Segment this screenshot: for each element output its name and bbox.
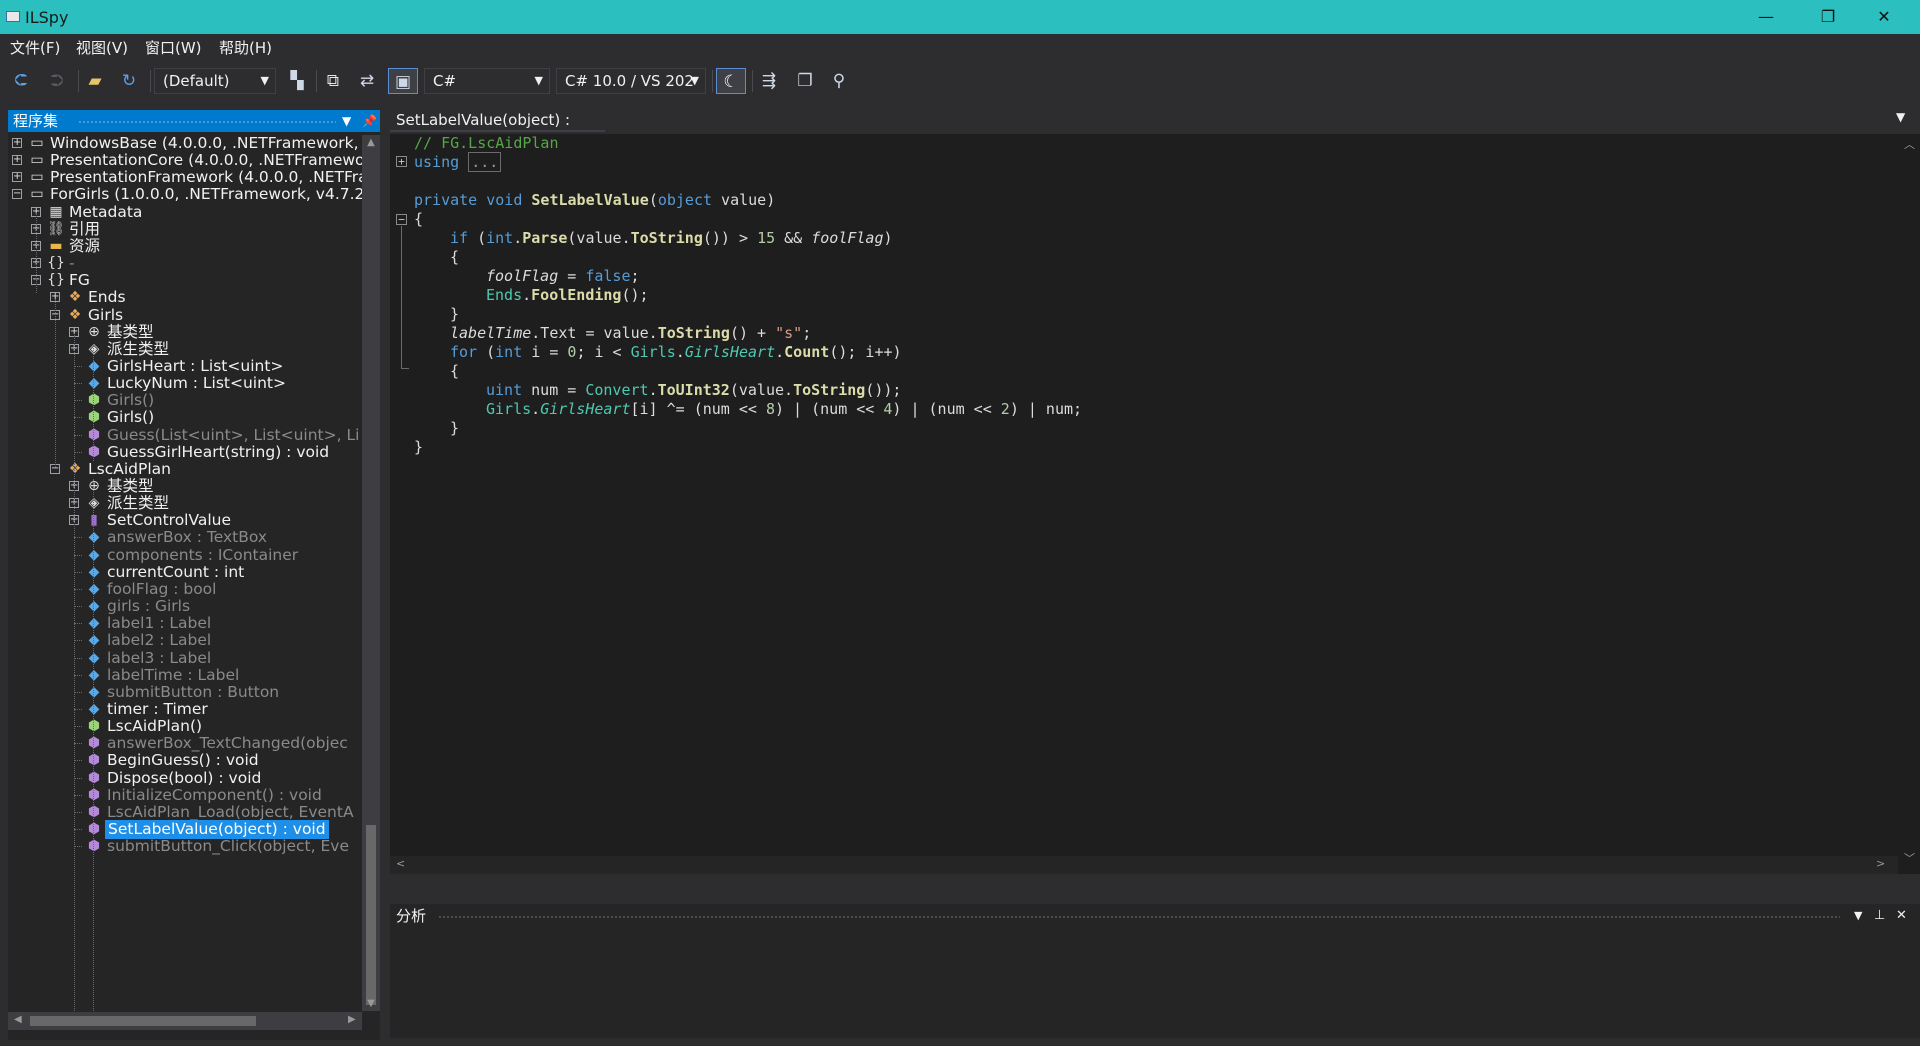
code-line: private void SetLabelValue(object value) xyxy=(414,191,776,209)
toolbar: ⮈ ⮊ ▰ ↻ (Default) ▼ ▚ ⧉ ⇄ ▣ C# ▼ C# 10.0 /… xyxy=(0,60,1920,102)
analysis-panel-title: 分析 xyxy=(396,907,427,925)
minimize-button[interactable]: — xyxy=(1738,0,1794,34)
search-icon[interactable]: ⚲ xyxy=(826,68,852,94)
code-line: uint num = Convert.ToUInt32(value.ToStri… xyxy=(486,381,902,399)
assemblies-panel: 程序集 ▼ 📌 + ▭ WindowsBase (4.0.0.0, .NETFram… xyxy=(8,110,380,1040)
scroll-right-icon[interactable]: > xyxy=(1876,857,1885,870)
window-title: ILSpy xyxy=(25,8,69,27)
chevron-down-icon: ▼ xyxy=(690,74,699,87)
code-line: { xyxy=(450,362,460,380)
language-version-dropdown[interactable]: C# 10.0 / VS 202 ▼ xyxy=(556,68,706,94)
menu-window[interactable]: 窗口(W) xyxy=(145,37,202,58)
expand-icon[interactable]: + xyxy=(12,155,22,166)
code-editor[interactable]: // FG.LscAidPlan + using ... private voi… xyxy=(390,134,1920,874)
menu-view[interactable]: 视图(V) xyxy=(76,37,128,58)
code-line: if (int.Parse(value.ToString()) > 15 && … xyxy=(450,229,893,247)
open-icon[interactable]: ▰ xyxy=(82,68,108,94)
language-dropdown[interactable]: C# ▼ xyxy=(424,68,550,94)
compare-icon[interactable]: ⇄ xyxy=(354,68,380,94)
pin-icon[interactable]: 📌 xyxy=(362,110,377,132)
app-icon xyxy=(6,11,20,22)
assembly-tree[interactable]: + ▭ WindowsBase (4.0.0.0, .NETFramework, v… xyxy=(8,135,362,1011)
scroll-down-icon[interactable]: ▼ xyxy=(362,998,380,1009)
copy-icon[interactable]: ❐ xyxy=(792,68,818,94)
scroll-up-icon[interactable]: ▲ xyxy=(362,137,380,148)
scroll-left-icon[interactable]: ◀ xyxy=(14,1014,22,1025)
panel-menu-icon[interactable]: ▼ xyxy=(342,110,351,132)
expand-icon[interactable]: + xyxy=(12,172,22,183)
code-line: for (int i = 0; i < Girls.GirlsHeart.Cou… xyxy=(450,343,902,361)
code-line: Girls.GirlsHeart[i] ^= (num << 8) | (num… xyxy=(486,400,1083,418)
save-code-icon[interactable]: ⇶ xyxy=(756,68,782,94)
code-line: Ends.FoolEnding(); xyxy=(486,286,649,304)
chevron-down-icon: ▼ xyxy=(534,74,543,87)
assembly-list-dropdown[interactable]: (Default) ▼ xyxy=(154,68,276,94)
analysis-panel: 分析 ▼ ⊥ ✕ xyxy=(390,904,1920,1038)
assembly-list-value: (Default) xyxy=(163,72,230,90)
collapse-fold-icon[interactable]: − xyxy=(396,214,407,225)
code-line: { xyxy=(450,248,460,266)
scroll-thumb[interactable] xyxy=(30,1016,256,1026)
panel-menu-icon[interactable]: ▼ xyxy=(1854,904,1862,928)
expand-fold-icon[interactable]: + xyxy=(396,156,407,167)
back-icon[interactable]: ⮈ xyxy=(8,68,34,94)
analysis-panel-header: 分析 ▼ ⊥ ✕ xyxy=(390,904,1920,928)
menu-bar: 文件(F) 视图(V) 窗口(W) 帮助(H) xyxy=(0,34,1920,60)
code-line: labelTime.Text = value.ToString() + "s"; xyxy=(450,324,812,342)
assemblies-panel-title: 程序集 xyxy=(13,112,59,130)
language-version-value: C# 10.0 / VS 202 xyxy=(565,72,694,90)
tree-item[interactable]: ⬢ submitButton_Click(object, Eve xyxy=(8,836,362,857)
tree-horizontal-scrollbar[interactable]: ◀ ▶ xyxy=(8,1012,362,1030)
title-bar: ILSpy — ❐ ✕ xyxy=(0,0,1920,34)
decompile-all-icon[interactable]: ▣ xyxy=(388,68,418,94)
scroll-up-icon[interactable]: ︿ xyxy=(1904,136,1915,152)
forward-icon[interactable]: ⮊ xyxy=(44,68,70,94)
method-icon: ⬢ xyxy=(87,838,101,855)
code-line: using ... xyxy=(414,152,502,172)
code-line: foolFlag = false; xyxy=(486,267,640,285)
reload-icon[interactable]: ↻ xyxy=(116,68,142,94)
code-line: { xyxy=(414,210,424,228)
tree-item-label: submitButton_Click(object, Eve xyxy=(107,837,349,856)
tab-document[interactable]: SetLabelValue(object) : void xyxy=(390,108,605,153)
restore-button[interactable]: ❐ xyxy=(1800,0,1856,34)
editor-vertical-scrollbar[interactable]: ︿ ﹀ xyxy=(1898,134,1920,874)
pin-icon[interactable]: ⊥ xyxy=(1874,904,1885,928)
menu-file[interactable]: 文件(F) xyxy=(10,37,60,58)
scroll-down-icon[interactable]: ﹀ xyxy=(1904,850,1915,866)
code-line: } xyxy=(450,305,460,323)
dark-mode-icon[interactable]: ☾ xyxy=(716,68,746,94)
expand-icon[interactable]: + xyxy=(12,138,22,148)
show-api-icon[interactable]: ⧉ xyxy=(320,68,346,94)
tab-list-icon[interactable]: ▼ xyxy=(1896,110,1905,124)
close-button[interactable]: ✕ xyxy=(1856,0,1912,34)
chevron-down-icon: ▼ xyxy=(260,74,269,87)
tree-vertical-scrollbar[interactable]: ▲ ▼ xyxy=(362,135,380,1011)
decompiled-code: // FG.LscAidPlan + using ... private voi… xyxy=(390,134,1890,866)
close-icon[interactable]: ✕ xyxy=(1896,904,1907,928)
scroll-left-icon[interactable]: < xyxy=(396,857,405,870)
code-line: } xyxy=(414,438,424,456)
scroll-right-icon[interactable]: ▶ xyxy=(348,1014,356,1025)
code-line: // FG.LscAidPlan xyxy=(414,134,559,152)
collapse-icon[interactable]: − xyxy=(12,189,22,200)
menu-help[interactable]: 帮助(H) xyxy=(219,37,272,58)
manage-assemblies-icon[interactable]: ▚ xyxy=(284,68,310,94)
code-line: } xyxy=(450,419,460,437)
assemblies-panel-header: 程序集 ▼ 📌 xyxy=(8,110,380,132)
editor-horizontal-scrollbar[interactable]: < > xyxy=(390,856,1898,874)
scroll-thumb[interactable] xyxy=(366,825,376,1005)
language-value: C# xyxy=(433,72,457,90)
